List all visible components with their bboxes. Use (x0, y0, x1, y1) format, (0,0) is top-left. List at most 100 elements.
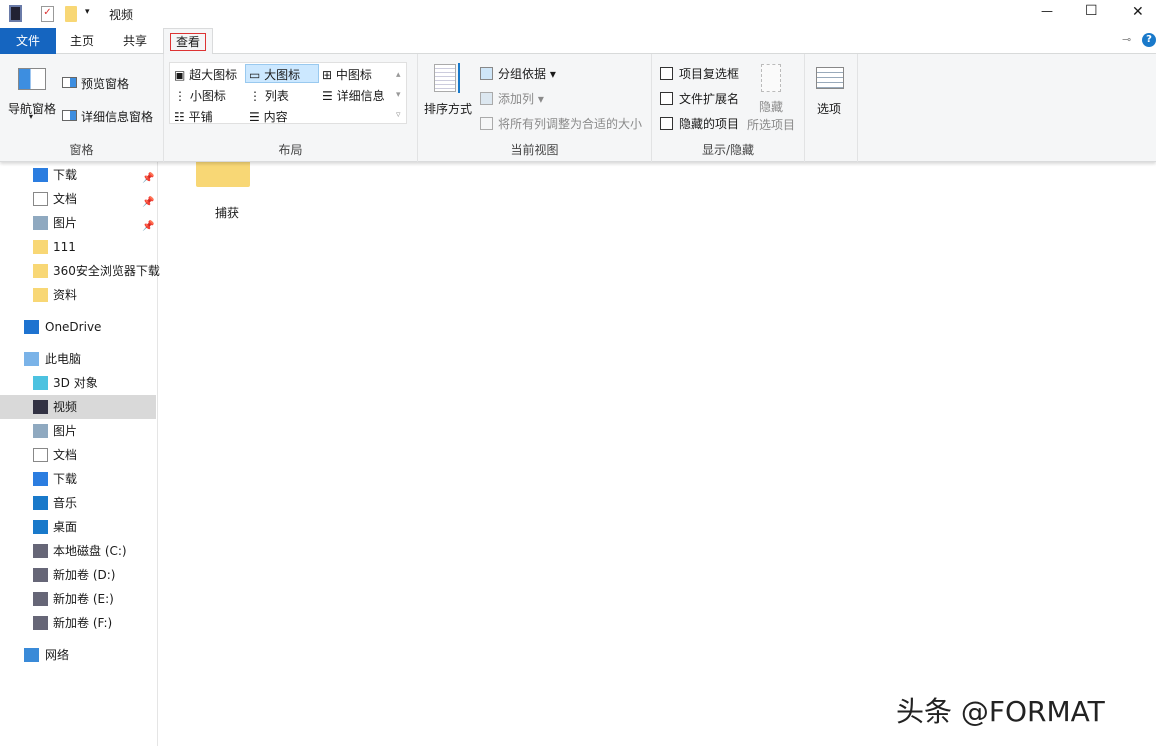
group-show-hide: 项目复选框 文件扩展名 隐藏的项目 隐藏所选项目 显示/隐藏 (652, 54, 805, 162)
nav-item[interactable]: 新加卷 (E:) (0, 587, 156, 611)
pin-ribbon-icon[interactable]: ⊸ (1122, 33, 1131, 46)
layout-medium[interactable]: ⊞ 中图标 (322, 66, 372, 83)
picture-icon (33, 424, 48, 438)
nav-item[interactable]: 文档 (0, 443, 156, 467)
options-icon (816, 67, 844, 89)
group-by-button[interactable]: 分组依据 ▾ (498, 65, 556, 82)
nav-item-label: 新加卷 (F:) (53, 611, 112, 635)
close-button[interactable]: ✕ (1132, 4, 1144, 20)
nav-item-label: 图片 (53, 211, 77, 235)
label: 分组依据 (498, 67, 546, 81)
nav-item[interactable]: 本地磁盘 (C:) (0, 539, 156, 563)
layout-gallery: ▣ 超大图标 ▭ 大图标 ⊞ 中图标 ⋮ 小图标 ⋮ 列表 ☰ 详细信息 ☷ 平… (169, 62, 407, 124)
hidden-items-label[interactable]: 隐藏的项目 (679, 115, 739, 132)
nav-item-label: 音乐 (53, 491, 77, 515)
group-current-view: 排序方式 分组依据 ▾ 添加列 ▾ 将所有列调整为合适的大小 当前视图 (418, 54, 652, 162)
video-folder-icon (9, 5, 22, 22)
watermark: 头条 @FORMAT (896, 690, 1105, 730)
nav-item[interactable]: 111 (0, 235, 156, 259)
add-column-button[interactable]: 添加列 ▾ (498, 90, 544, 107)
nav-item-label: 新加卷 (E:) (53, 587, 114, 611)
label: 小图标 (190, 89, 226, 103)
nav-item[interactable]: OneDrive (0, 315, 156, 339)
nav-pane-icon (18, 68, 46, 90)
nav-item[interactable]: 图片📌 (0, 211, 156, 235)
item-checkboxes-label[interactable]: 项目复选框 (679, 65, 739, 82)
music-icon (33, 496, 48, 510)
nav-item[interactable]: 新加卷 (D:) (0, 563, 156, 587)
video-icon (33, 400, 48, 414)
sort-by-button[interactable]: 排序方式 (424, 100, 472, 117)
nav-item-label: 视频 (53, 395, 77, 419)
nav-item[interactable]: 资料 (0, 283, 156, 307)
drive-icon (33, 568, 48, 582)
nav-item-label: 文档 (53, 187, 77, 211)
nav-item[interactable]: 下载📌 (0, 163, 156, 187)
maximize-button[interactable]: ☐ (1085, 3, 1098, 19)
layout-large[interactable]: ▭ 大图标 (249, 66, 300, 83)
help-button[interactable]: ? (1142, 33, 1156, 47)
customize-toolbar-icon[interactable]: ▾ (85, 7, 90, 17)
file-extensions-checkbox[interactable] (660, 92, 673, 105)
tab-view[interactable]: 查看 (163, 28, 213, 55)
nav-item[interactable]: 图片 (0, 419, 156, 443)
computer-icon (24, 352, 39, 366)
group-panes: 导航窗格 ▾ 预览窗格 详细信息窗格 窗格 (0, 54, 164, 162)
group-options: 选项 (805, 54, 858, 162)
sort-icon (434, 64, 456, 92)
nav-item-label: 下载 (53, 163, 77, 187)
navigation-pane: 下载📌文档📌图片📌111360安全浏览器下载资料 OneDrive 此电脑3D 对象… (0, 162, 158, 746)
hidden-items-checkbox[interactable] (660, 117, 673, 130)
nav-item-label: 图片 (53, 419, 77, 443)
item-checkboxes-checkbox[interactable] (660, 67, 673, 80)
nav-item[interactable]: 网络 (0, 643, 156, 667)
options-button[interactable]: 选项 (817, 100, 841, 117)
label: 中图标 (336, 68, 372, 82)
properties-icon[interactable]: ✓ (41, 6, 54, 22)
details-pane-button[interactable]: 详细信息窗格 (81, 108, 153, 125)
layout-details[interactable]: ☰ 详细信息 (322, 87, 385, 104)
desktop-icon (33, 520, 48, 534)
drive-icon (33, 544, 48, 558)
fit-columns-button[interactable]: 将所有列调整为合适的大小 (498, 115, 642, 132)
nav-item[interactable]: 3D 对象 (0, 371, 156, 395)
download-icon (33, 472, 48, 486)
nav-item[interactable]: 文档📌 (0, 187, 156, 211)
folder-icon (33, 240, 48, 254)
layout-extra-large[interactable]: ▣ 超大图标 (174, 66, 237, 83)
picture-icon (33, 216, 48, 230)
layout-small[interactable]: ⋮ 小图标 (174, 87, 226, 104)
network-icon (24, 648, 39, 662)
onedrive-icon (24, 320, 39, 334)
label: 超大图标 (189, 68, 237, 82)
nav-item[interactable]: 新加卷 (F:) (0, 611, 156, 635)
folder-icon (196, 162, 250, 187)
nav-item-label: 下载 (53, 467, 77, 491)
preview-pane-button[interactable]: 预览窗格 (81, 75, 129, 92)
minimize-button[interactable]: — (1041, 4, 1053, 18)
file-extensions-label[interactable]: 文件扩展名 (679, 90, 739, 107)
nav-item[interactable]: 此电脑 (0, 347, 156, 371)
new-folder-icon[interactable] (65, 6, 77, 22)
drive-icon (33, 616, 48, 630)
group-label-panes: 窗格 (0, 141, 163, 158)
layout-list[interactable]: ⋮ 列表 (249, 87, 289, 104)
folder-item[interactable]: 捕获 (190, 162, 260, 222)
nav-item[interactable]: 下载 (0, 467, 156, 491)
tab-file[interactable]: 文件 (0, 28, 56, 54)
layout-tiles[interactable]: ☷ 平铺 (174, 108, 213, 125)
hide-selected-button[interactable]: 隐藏所选项目 (747, 98, 795, 134)
nav-item[interactable]: 360安全浏览器下载 (0, 259, 156, 283)
label: 大图标 (264, 68, 300, 82)
gallery-scroll-icon[interactable]: ▴▾▿ (396, 65, 401, 125)
group-label-show-hide: 显示/隐藏 (652, 141, 804, 158)
tab-home[interactable]: 主页 (58, 28, 106, 54)
label: 内容 (264, 110, 288, 124)
nav-item[interactable]: 桌面 (0, 515, 156, 539)
layout-content[interactable]: ☰ 内容 (249, 108, 288, 125)
label: 平铺 (189, 110, 213, 124)
nav-pane-dropdown-icon[interactable]: ▾ (29, 112, 33, 121)
nav-item[interactable]: 音乐 (0, 491, 156, 515)
nav-item[interactable]: 视频 (0, 395, 156, 419)
tab-share[interactable]: 共享 (111, 28, 159, 54)
